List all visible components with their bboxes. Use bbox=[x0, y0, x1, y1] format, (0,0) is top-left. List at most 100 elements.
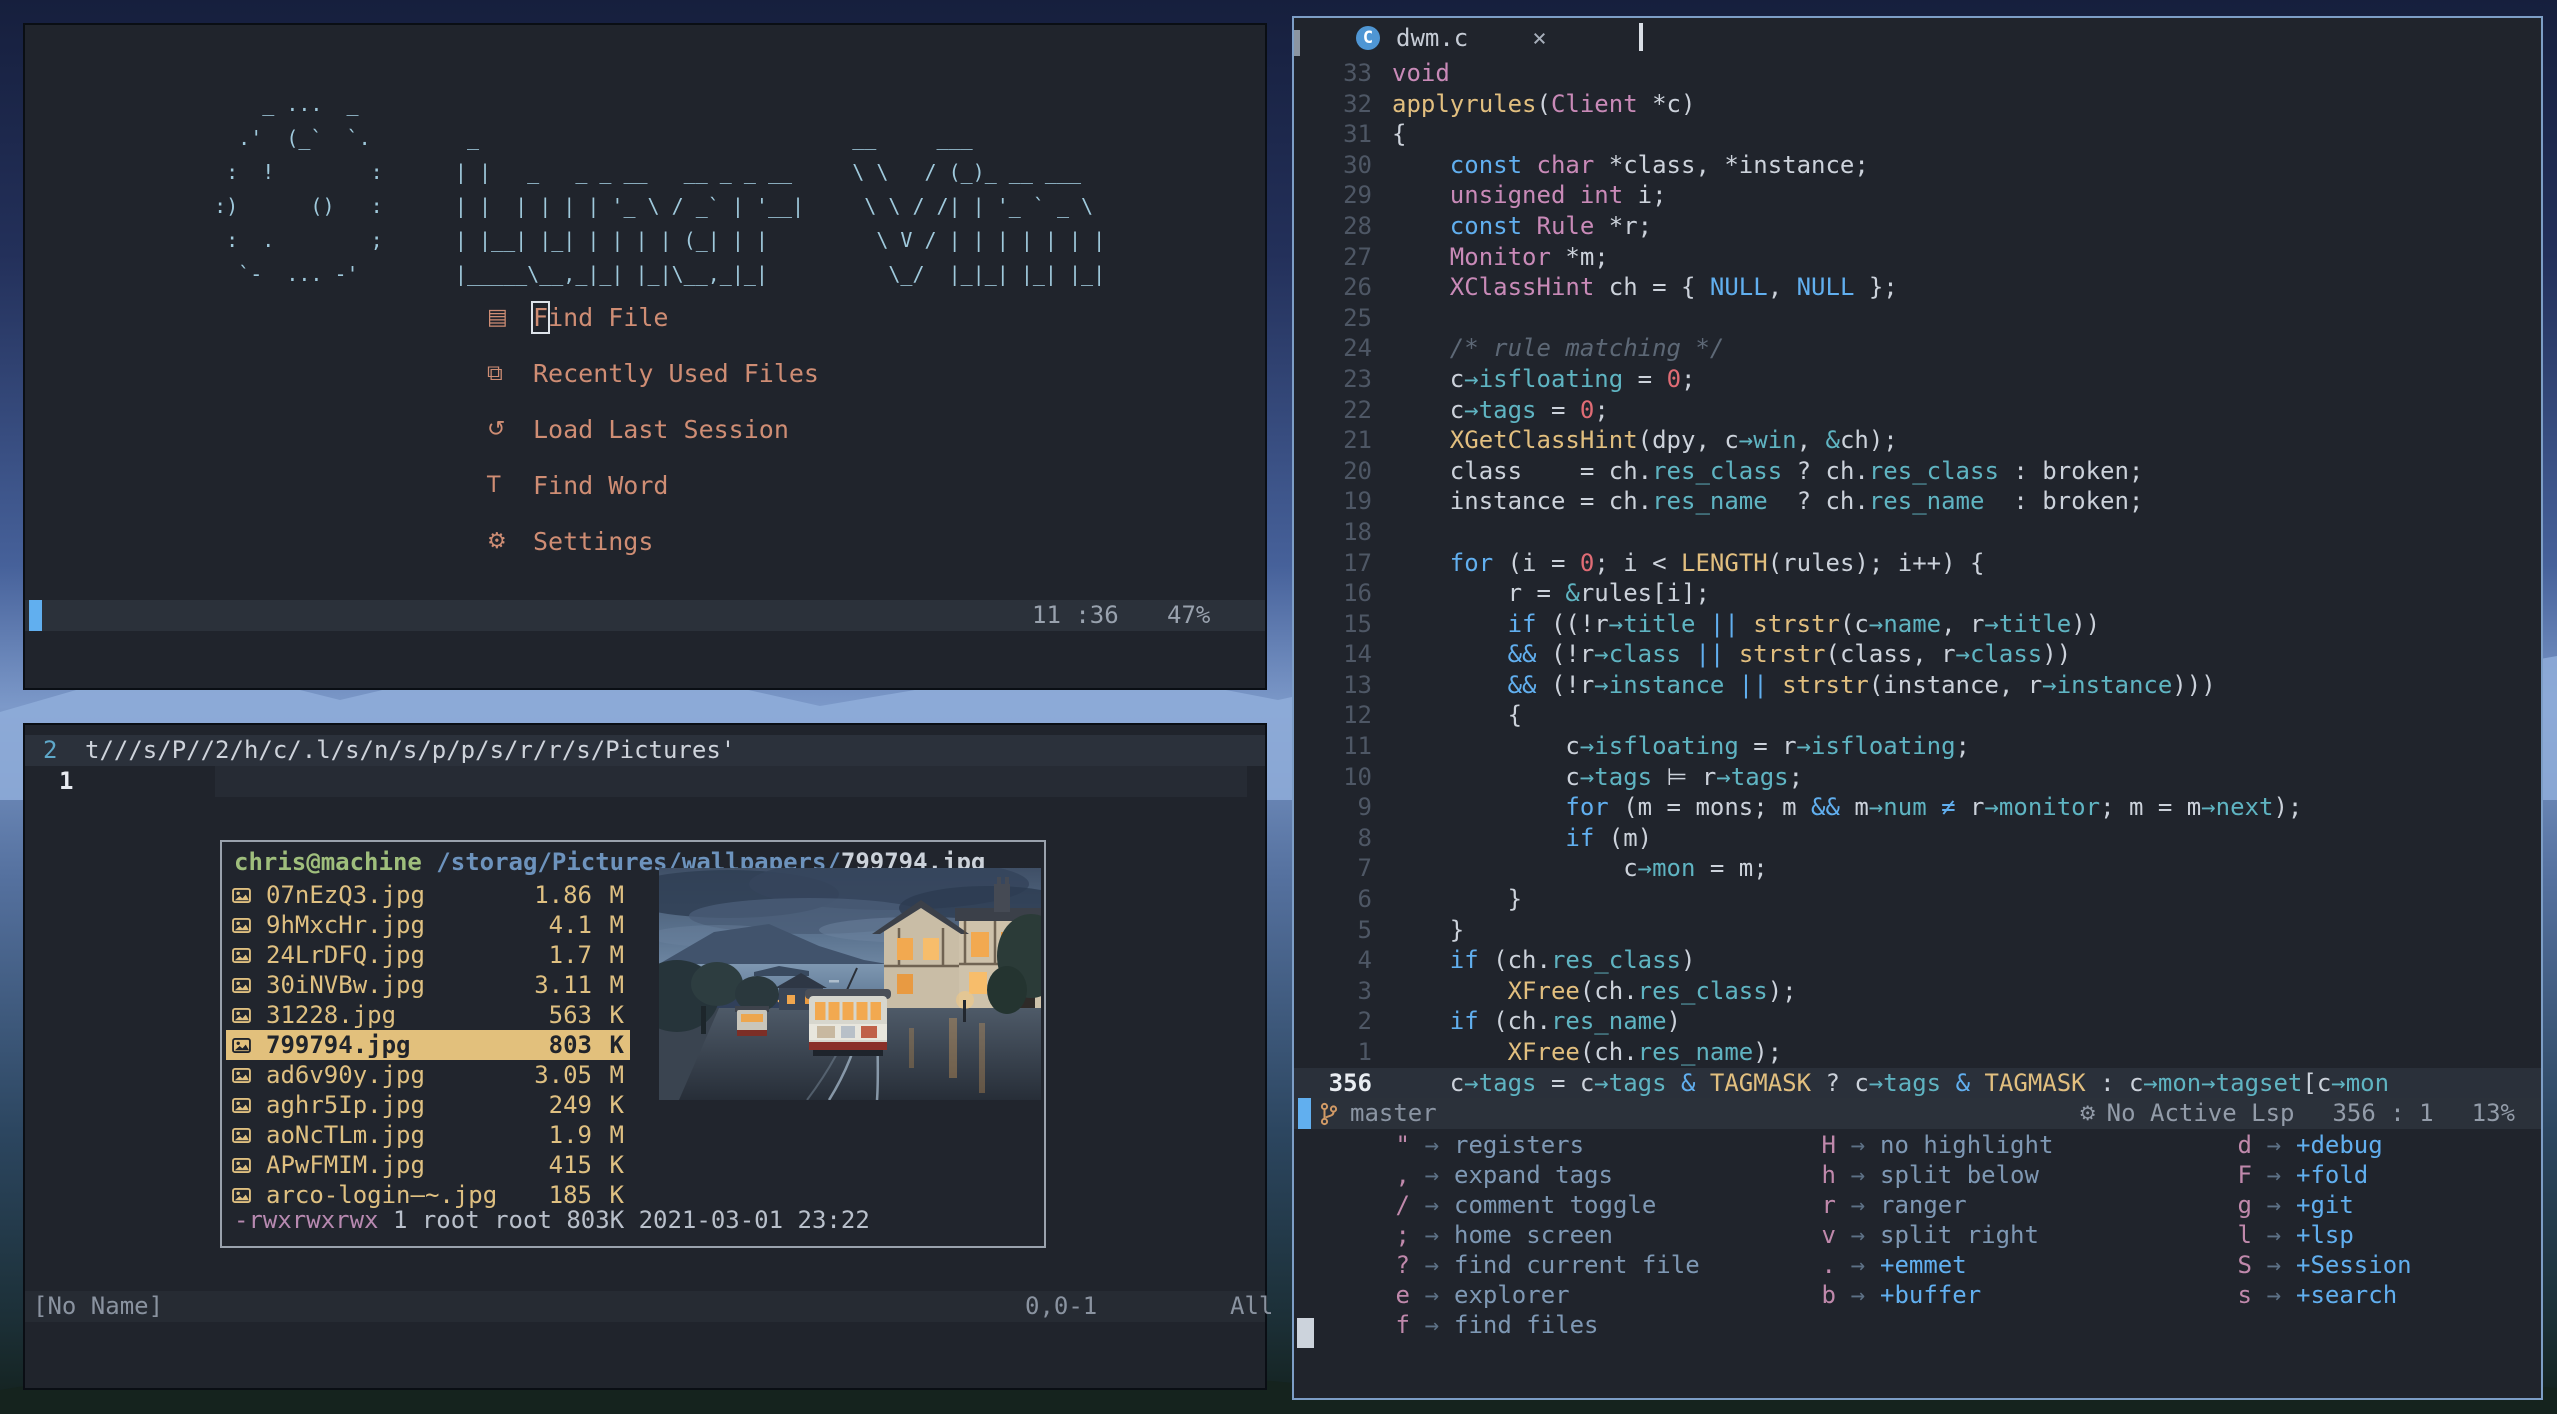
whichkey-key: b bbox=[1821, 1281, 1836, 1309]
code-text: c→tags ⊨ r→tags; bbox=[1392, 762, 1804, 791]
code-line: 23 c→isfloating = 0; bbox=[1294, 364, 2541, 395]
whichkey-desc: registers bbox=[1454, 1131, 1585, 1159]
arrow-icon: → bbox=[2266, 1191, 2282, 1219]
line-number: 16 bbox=[1343, 579, 1372, 608]
code-line: 4 if (ch.res_class) bbox=[1294, 945, 2541, 976]
code-line: 11 c→isfloating = r→isfloating; bbox=[1294, 731, 2541, 762]
line-number: 24 bbox=[1343, 334, 1372, 363]
menu-item-label: Settings bbox=[533, 526, 654, 556]
whichkey-desc: +debug bbox=[2296, 1131, 2383, 1159]
code-line: 356 c→tags = c→tags & TAGMASK ? c→tags &… bbox=[1294, 1067, 2541, 1099]
file-size-unit: K bbox=[609, 1091, 624, 1119]
whichkey-binding: , → expand tags bbox=[1374, 1160, 1700, 1190]
close-icon[interactable]: × bbox=[1532, 24, 1546, 52]
lsp-gear-icon: ⚙ bbox=[2078, 1101, 2097, 1125]
file-name: APwFMIM.jpg bbox=[266, 1151, 425, 1179]
code-text: for (m = mons; m && m→num ≠ r→monitor; m… bbox=[1565, 793, 2303, 822]
wallpaper-preview-image bbox=[659, 868, 1041, 1100]
code-text: c→mon = m; bbox=[1392, 854, 1768, 883]
image-file-icon bbox=[232, 917, 266, 933]
whichkey-desc: +fold bbox=[2296, 1161, 2369, 1189]
whichkey-desc: +Session bbox=[2296, 1251, 2412, 1279]
dashboard-menu-item-recent-files[interactable]: ⧉ Recently Used Files bbox=[487, 358, 819, 388]
whichkey-binding: e → explorer bbox=[1374, 1280, 1700, 1310]
arrow-icon: → bbox=[1424, 1251, 1440, 1279]
file-row[interactable]: aghr5Ip.jpg 249 K bbox=[226, 1090, 630, 1120]
file-row[interactable]: 24LrDFQ.jpg 1.7 M bbox=[226, 940, 630, 970]
file-name: ad6v90y.jpg bbox=[266, 1061, 425, 1089]
line-number: 10 bbox=[1343, 762, 1372, 791]
line-number: 5 bbox=[1357, 915, 1372, 944]
whichkey-binding: v → split right bbox=[1800, 1220, 2053, 1250]
dashboard-menu-item-settings[interactable]: ⚙ Settings bbox=[487, 526, 819, 556]
code-line: 29 unsigned int i; bbox=[1294, 180, 2541, 211]
code-line: 14 && (!r→class || strstr(class, r→class… bbox=[1294, 639, 2541, 670]
arrow-icon: → bbox=[1850, 1131, 1866, 1159]
whichkey-key: , bbox=[1395, 1161, 1410, 1189]
whichkey-key: v bbox=[1821, 1221, 1836, 1249]
arrow-icon: → bbox=[1850, 1161, 1866, 1189]
file-name: 07nEzQ3.jpg bbox=[266, 881, 425, 909]
dashboard-menu-item-find-file[interactable]: ▤ Find File bbox=[487, 300, 819, 334]
whichkey-binding: ? → find current file bbox=[1374, 1250, 1700, 1280]
file-row[interactable]: 799794.jpg 803 K bbox=[226, 1030, 630, 1060]
terminal-cursor-block bbox=[1297, 1318, 1314, 1348]
code-line: 20 class = ch.res_class ? ch.res_class :… bbox=[1294, 456, 2541, 487]
file-row[interactable]: 07nEzQ3.jpg 1.86 M bbox=[226, 880, 630, 910]
picker-footer: -rwxrwxrwx 1 root root 803K 2021-03-01 2… bbox=[234, 1206, 870, 1234]
menu-item-label: Find Word bbox=[533, 470, 669, 500]
file-size: 415 bbox=[548, 1151, 592, 1179]
file-row[interactable]: APwFMIM.jpg 415 K bbox=[226, 1150, 630, 1180]
file-row[interactable]: aoNcTLm.jpg 1.9 M bbox=[226, 1120, 630, 1150]
file-size-unit: M bbox=[609, 1121, 624, 1149]
dashboard-menu-item-find-word[interactable]: T Find Word bbox=[487, 470, 819, 500]
code-text: && (!r→instance || strstr(instance, r→in… bbox=[1507, 670, 2216, 699]
image-file-icon bbox=[232, 887, 266, 903]
whichkey-desc: split right bbox=[1880, 1221, 2039, 1249]
line-number: 8 bbox=[1357, 823, 1372, 852]
whichkey-binding: F → +fold bbox=[2216, 1160, 2412, 1190]
scratch-window: 2 t///s/P//2/h/c/.l/s/n/s/p/p/s/r/r/s/Pi… bbox=[23, 723, 1273, 1390]
whichkey-desc: +emmet bbox=[1880, 1251, 1967, 1279]
file-name: aoNcTLm.jpg bbox=[266, 1121, 425, 1149]
file-row[interactable]: ad6v90y.jpg 3.05 M bbox=[226, 1060, 630, 1090]
file-size-unit: M bbox=[609, 1061, 624, 1089]
buffer-name: [No Name] bbox=[33, 1292, 164, 1320]
code-text: XFree(ch.res_class); bbox=[1507, 976, 1797, 1005]
image-file-icon bbox=[232, 977, 266, 993]
image-file-icon bbox=[232, 1157, 266, 1173]
whichkey-desc: +search bbox=[2296, 1281, 2398, 1309]
file-row[interactable]: 31228.jpg 563 K bbox=[226, 1000, 630, 1030]
image-file-icon bbox=[232, 947, 266, 963]
code-text: if ((!r→title || strstr(c→name, r→title)… bbox=[1507, 609, 2101, 638]
gear-icon: ⚙ bbox=[487, 528, 507, 554]
image-file-icon bbox=[232, 1037, 266, 1053]
whichkey-key: ? bbox=[1395, 1251, 1410, 1279]
file-row[interactable]: 30iNVBw.jpg 3.11 M bbox=[226, 970, 630, 1000]
block-cursor: F bbox=[530, 300, 551, 334]
code-text: Monitor *m; bbox=[1449, 242, 1609, 271]
code-text: unsigned int i; bbox=[1449, 181, 1667, 210]
letter-icon: T bbox=[487, 472, 501, 498]
line-number: 3 bbox=[1357, 976, 1372, 1005]
code-area[interactable]: 33 void 32 applyrules(Client *c) 31{30 const… bbox=[1294, 58, 2541, 1099]
whichkey-binding: r → ranger bbox=[1800, 1190, 2053, 1220]
code-line: 33 void bbox=[1294, 58, 2541, 89]
whichkey-binding: / → comment toggle bbox=[1374, 1190, 1700, 1220]
dashboard-menu-item-load-session[interactable]: ↺ Load Last Session bbox=[487, 414, 819, 444]
arrow-icon: → bbox=[1850, 1191, 1866, 1219]
mode-indicator-block bbox=[1298, 1098, 1311, 1129]
whichkey-key: " bbox=[1395, 1131, 1410, 1159]
file-row[interactable]: 9hMxcHr.jpg 4.1 M bbox=[226, 910, 630, 940]
whichkey-key: s bbox=[2237, 1281, 2252, 1309]
arrow-icon: → bbox=[2266, 1221, 2282, 1249]
tab-dwm-c[interactable]: C dwm.c × bbox=[1356, 22, 1547, 54]
line-number: 1 bbox=[59, 767, 74, 795]
whichkey-desc: +lsp bbox=[2296, 1221, 2354, 1249]
menu-item-label: Recently Used Files bbox=[533, 358, 819, 388]
code-text: XFree(ch.res_name); bbox=[1507, 1038, 1783, 1066]
code-line: 12 { bbox=[1294, 700, 2541, 731]
code-line: 17 for (i = 0; i < LENGTH(rules); i++) { bbox=[1294, 548, 2541, 579]
code-line: 32 applyrules(Client *c) bbox=[1294, 89, 2541, 120]
file-size-unit: M bbox=[609, 911, 624, 939]
